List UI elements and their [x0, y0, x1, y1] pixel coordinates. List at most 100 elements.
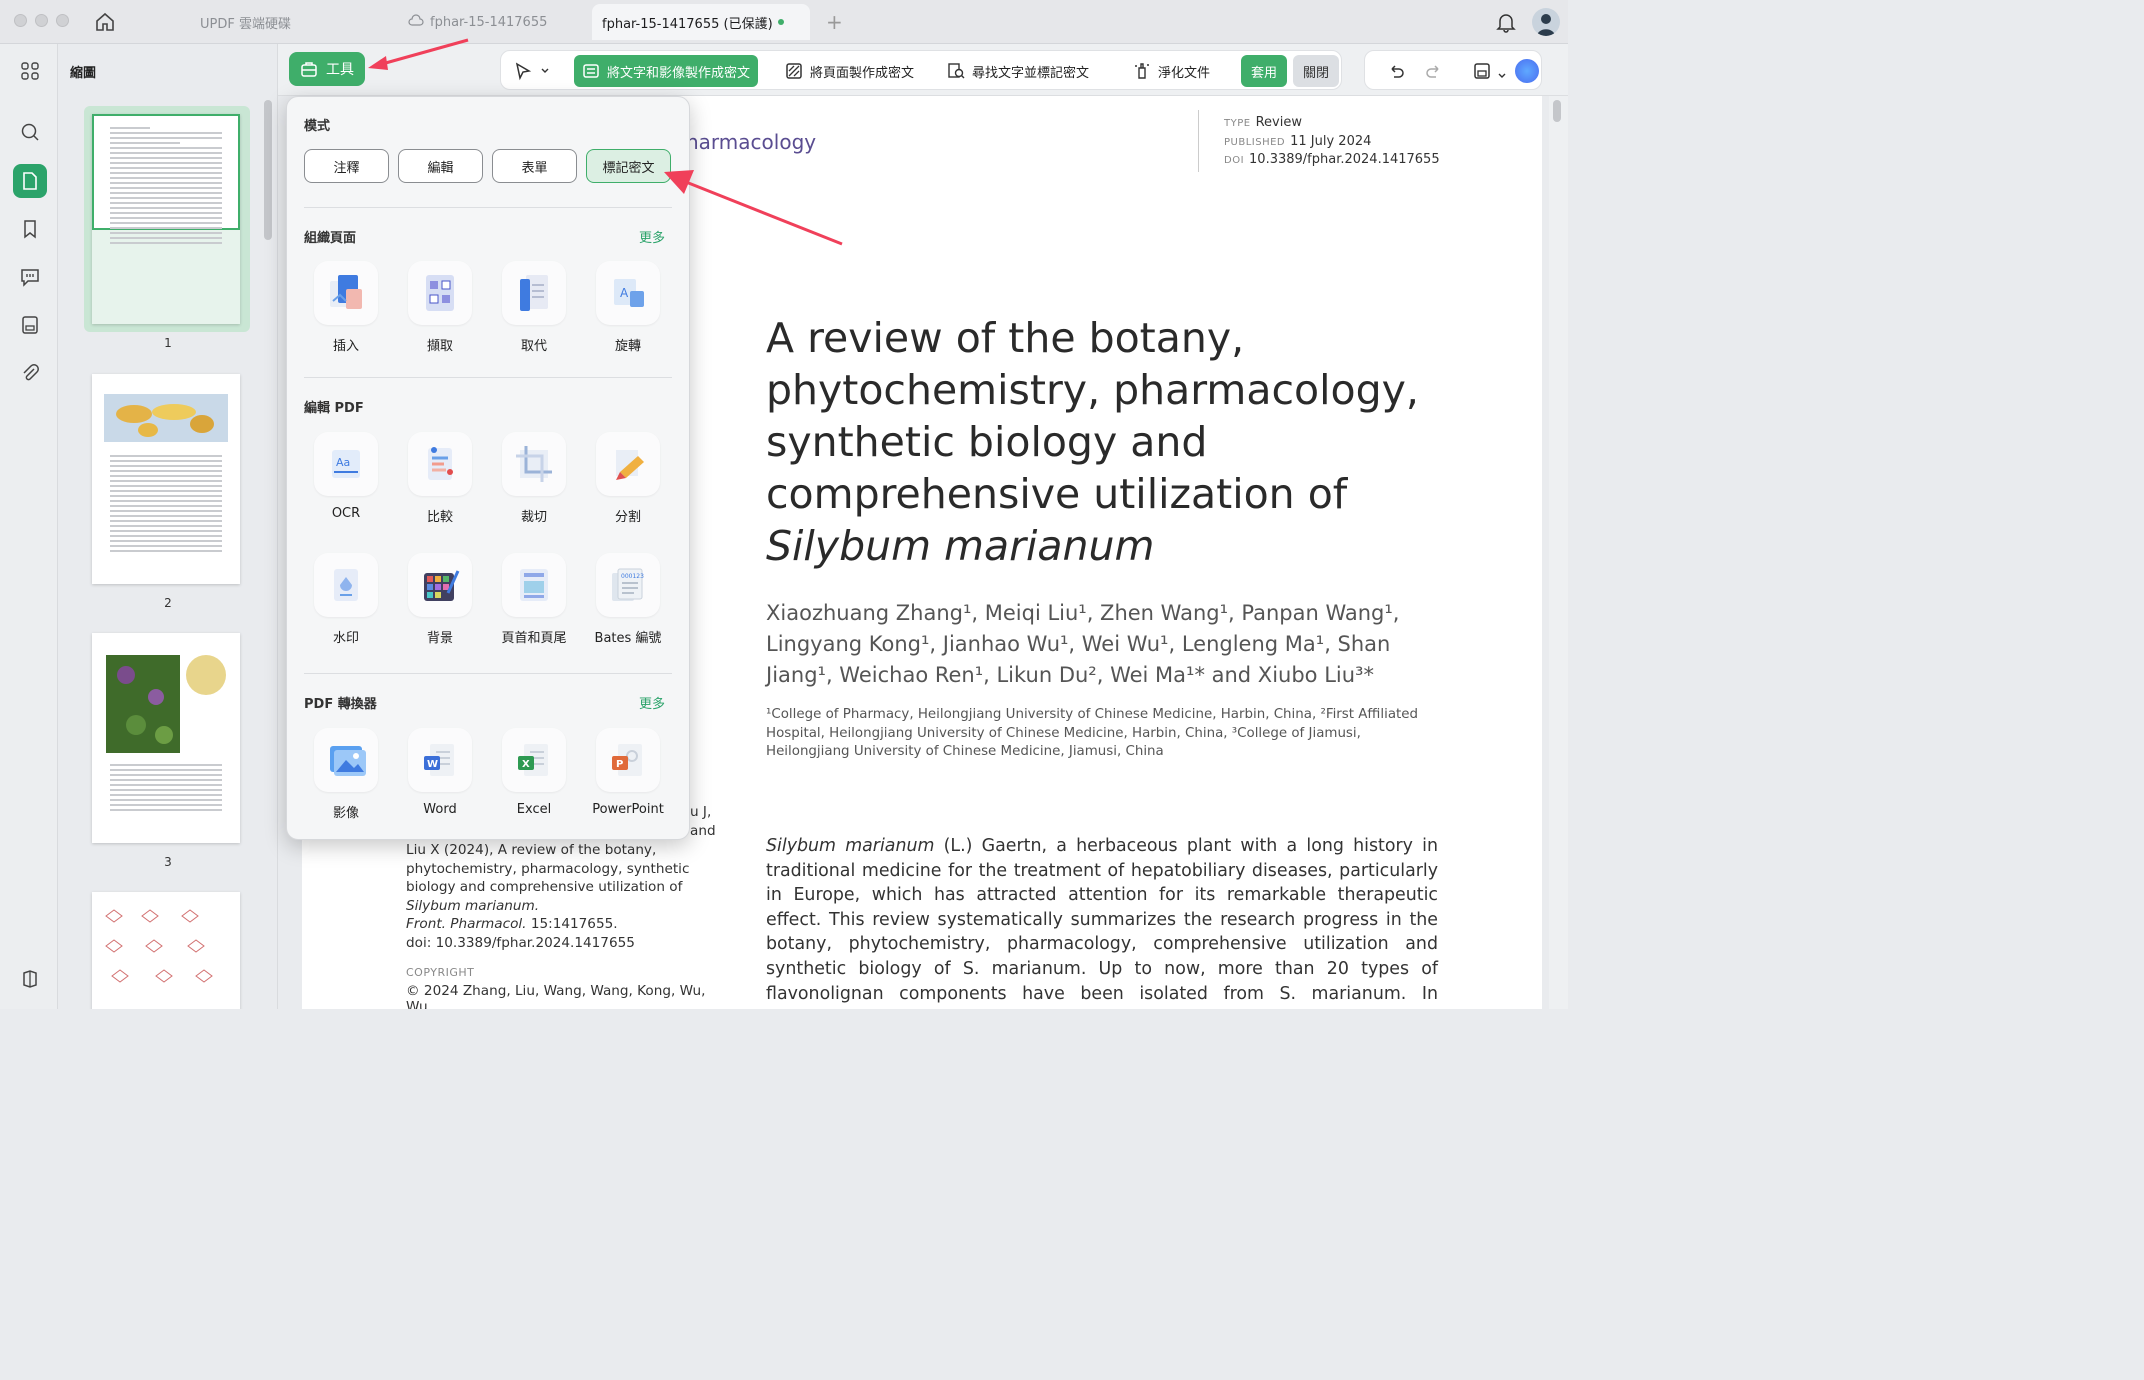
abstract-body: (L.) Gaertn, a herbaceous plant with a l…	[766, 836, 1439, 1009]
minimize-window-button[interactable]	[35, 14, 48, 27]
svg-text:P: P	[616, 759, 623, 770]
document-scrollbar[interactable]	[1553, 100, 1561, 122]
apply-button[interactable]: 套用	[1241, 55, 1287, 87]
article-title: A review of the botany, phytochemistry, …	[766, 312, 1466, 572]
header-footer-icon	[502, 553, 566, 617]
find-text-redact-button[interactable]: 尋找文字並標記密文	[939, 55, 1097, 87]
watermark-tile[interactable]: 水印	[301, 553, 391, 646]
split-tile[interactable]: 分割	[583, 432, 673, 525]
add-tab-button[interactable]: +	[826, 10, 843, 34]
title-line: comprehensive utilization of	[766, 470, 1348, 518]
close-redact-button[interactable]: 關閉	[1293, 55, 1339, 87]
background-tile[interactable]: 背景	[395, 553, 485, 646]
redo-icon[interactable]	[1425, 62, 1443, 84]
converter-more-link[interactable]: 更多	[639, 693, 665, 712]
thumbnail-page-number: 3	[164, 855, 172, 869]
close-window-button[interactable]	[14, 14, 27, 27]
attachment-icon[interactable]	[13, 356, 47, 390]
tile-label: OCR	[331, 506, 361, 521]
title-line: phytochemistry, pharmacology,	[766, 366, 1419, 414]
bell-icon[interactable]	[1496, 11, 1516, 37]
header-footer-tile[interactable]: 頁首和頁尾	[489, 553, 579, 646]
avatar[interactable]	[1532, 8, 1560, 36]
doi: DOI 10.3389/fphar.2024.1417655	[1224, 152, 1440, 167]
home-icon[interactable]	[94, 11, 116, 37]
toolbox-icon	[301, 62, 317, 77]
convert-word-tile[interactable]: W Word	[395, 728, 485, 817]
ocr-icon: Aa	[314, 432, 378, 496]
rotate-page-tile[interactable]: A 旋轉	[583, 261, 673, 354]
redact-text-image-button[interactable]: 將文字和影像製作成密文	[574, 55, 759, 87]
left-rail	[0, 44, 58, 1009]
redact-page-icon	[786, 63, 802, 79]
thumbnail-page-3[interactable]	[92, 633, 240, 843]
convert-powerpoint-tile[interactable]: P PowerPoint	[583, 728, 673, 817]
thumbnail-scrollbar[interactable]	[264, 100, 272, 240]
title-bar: UPDF 雲端硬碟 fphar-15-1417655 fphar-15-1417…	[0, 0, 1568, 44]
convert-excel-tile[interactable]: X Excel	[489, 728, 579, 817]
layers-icon[interactable]	[13, 962, 47, 996]
thumbnail-page-number: 2	[164, 596, 172, 610]
convert-image-tile[interactable]: 影像	[301, 728, 391, 821]
ocr-tile[interactable]: Aa OCR	[301, 432, 391, 521]
ai-assistant-icon[interactable]	[1515, 59, 1539, 83]
tile-label: 插入	[332, 339, 359, 354]
crop-tile[interactable]: 裁切	[489, 432, 579, 525]
thumbnail-page-4[interactable]	[92, 892, 240, 1009]
citation-fragment: u J,	[690, 804, 712, 820]
extract-page-tile[interactable]: 擷取	[395, 261, 485, 354]
form-icon[interactable]	[13, 308, 47, 342]
bates-numbering-tile[interactable]: 000123 Bates 編號	[583, 553, 673, 646]
tab-label: fphar-15-1417655 (已保護)	[602, 16, 772, 32]
apply-label: 套用	[1250, 65, 1277, 81]
replace-page-tile[interactable]: 取代	[489, 261, 579, 354]
comment-icon[interactable]	[13, 260, 47, 294]
article-type: TYPE Review	[1224, 115, 1302, 130]
search-icon[interactable]	[13, 115, 47, 149]
tile-label: 取代	[520, 339, 547, 354]
redact-area-icon	[583, 64, 599, 78]
mode-edit-button[interactable]: 編輯	[398, 149, 483, 183]
tools-button[interactable]: 工具	[289, 52, 365, 86]
find-text-redact-label: 尋找文字並標記密文	[972, 65, 1090, 81]
organize-section-label: 組織頁面	[304, 231, 357, 246]
zoom-window-button[interactable]	[56, 14, 69, 27]
thumbnail-page-1[interactable]	[92, 114, 240, 324]
tab-file-protected[interactable]: fphar-15-1417655 (已保護)	[592, 4, 810, 40]
thumbnail-grid-icon[interactable]	[13, 54, 47, 88]
mode-form-button[interactable]: 表單	[492, 149, 577, 183]
select-tool-button[interactable]	[505, 55, 558, 87]
chevron-down-icon[interactable]	[1497, 66, 1507, 85]
abstract-text: Silybum marianum (L.) Gaertn, a herbaceo…	[766, 834, 1438, 1009]
citation-fragment: and	[690, 823, 716, 839]
sanitize-document-button[interactable]: 淨化文件	[1125, 55, 1218, 87]
compare-tile[interactable]: 比較	[395, 432, 485, 525]
tab-file-cloud[interactable]: fphar-15-1417655	[398, 4, 557, 40]
undo-icon[interactable]	[1387, 62, 1405, 84]
crop-icon	[502, 432, 566, 496]
tools-popover: 模式 注釋 編輯 表單 標記密文 組織頁面 更多 插入 擷取 取代 A 旋轉 編…	[286, 96, 690, 840]
tab-cloud-drive[interactable]: UPDF 雲端硬碟	[190, 4, 301, 40]
bookmark-icon[interactable]	[13, 212, 47, 246]
insert-page-tile[interactable]: 插入	[301, 261, 391, 354]
mode-comment-button[interactable]: 注釋	[304, 149, 389, 183]
split-icon	[596, 432, 660, 496]
thumbnail-page-2[interactable]	[92, 374, 240, 584]
save-icon[interactable]	[1473, 62, 1491, 84]
close-label: 關閉	[1302, 65, 1329, 81]
redact-page-button[interactable]: 將頁面製作成密文	[777, 55, 922, 87]
citation-volume: 15:1417655.	[526, 916, 618, 933]
tile-label: 分割	[614, 510, 641, 525]
seed-photo	[186, 655, 226, 695]
title-line: synthetic biology and	[766, 418, 1208, 466]
author-list: Xiaozhuang Zhang¹, Meiqi Liu¹, Zhen Wang…	[766, 601, 1400, 687]
page-view-icon[interactable]	[13, 164, 47, 198]
word-icon: W	[408, 728, 472, 792]
tile-label: 背景	[426, 631, 453, 646]
insert-icon	[314, 261, 378, 325]
tile-label: 擷取	[426, 339, 453, 354]
plant-photo	[106, 655, 180, 753]
citation-journal-line: Front. Pharmacol. 15:1417655.	[406, 915, 706, 934]
divider	[304, 673, 672, 674]
annotation-arrow-redact	[664, 170, 843, 246]
